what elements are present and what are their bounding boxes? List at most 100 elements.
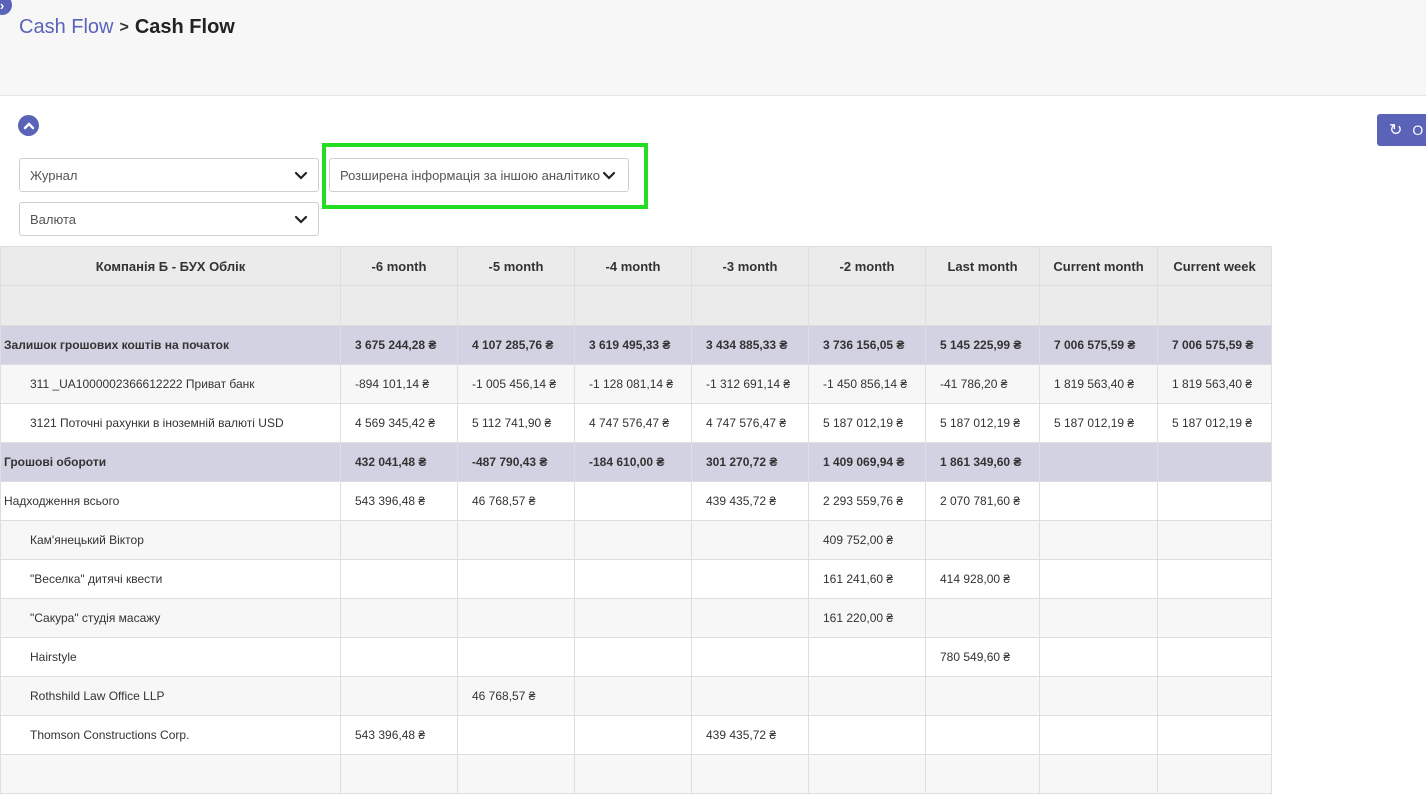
value-cell	[457, 715, 575, 755]
value-cell	[1039, 520, 1158, 560]
table-row[interactable]: "Веселка" дитячі квести 161 241,60 ₴ 414 9…	[0, 559, 1272, 599]
value-cell	[691, 598, 809, 638]
value-cell: 543 396,48 ₴	[340, 481, 458, 521]
value-cell	[691, 754, 809, 794]
value-cell	[457, 754, 575, 794]
value-cell: 3 619 495,33 ₴	[574, 325, 692, 365]
value-cell: 1 819 563,40 ₴	[1157, 364, 1272, 404]
value-cell	[574, 598, 692, 638]
value-cell	[808, 754, 926, 794]
value-cell: 3 736 156,05 ₴	[808, 325, 926, 365]
value-cell	[1039, 442, 1158, 482]
value-cell	[1039, 754, 1158, 794]
table-row[interactable]: Кам'янецький Віктор 409 752,00 ₴	[0, 520, 1272, 560]
table-row[interactable]: 311 _UA1000002366612222 Приват банк -894 …	[0, 364, 1272, 404]
value-cell: 1 409 069,94 ₴	[808, 442, 926, 482]
currency-select[interactable]: Валюта	[19, 202, 319, 236]
column-header[interactable]: Last month	[925, 246, 1040, 286]
subheader-cell	[0, 285, 341, 326]
column-header[interactable]: Current month	[1039, 246, 1158, 286]
sidebar-toggle-icon[interactable]: ›	[0, 0, 12, 15]
value-cell: 5 145 225,99 ₴	[925, 325, 1040, 365]
row-label: 311 _UA1000002366612222 Приват банк	[0, 364, 341, 404]
value-cell	[1039, 559, 1158, 599]
row-label: Грошові обороти	[0, 442, 341, 482]
value-cell: 4 107 285,76 ₴	[457, 325, 575, 365]
value-cell	[691, 520, 809, 560]
value-cell: 414 928,00 ₴	[925, 559, 1040, 599]
table-row[interactable]: Thomson Constructions Corp. 543 396,48 ₴ 4…	[0, 715, 1272, 755]
page-title: Cash Flow	[134, 16, 235, 38]
value-cell: 4 747 576,47 ₴	[574, 403, 692, 443]
collapse-filters-button[interactable]	[18, 115, 39, 136]
row-label: "Сакура" студія масажу	[0, 598, 341, 638]
value-cell: 3 675 244,28 ₴	[340, 325, 458, 365]
value-cell: 4 747 576,47 ₴	[691, 403, 809, 443]
focus-highlight-frame	[322, 143, 648, 209]
cash-flow-table: Компанія Б - БУХ Облік -6 month -5 month…	[0, 246, 1272, 794]
value-cell	[925, 520, 1040, 560]
value-cell: 46 768,57 ₴	[457, 481, 575, 521]
value-cell	[691, 637, 809, 677]
value-cell: 5 112 741,90 ₴	[457, 403, 575, 443]
value-cell	[808, 676, 926, 716]
row-label: Залишок грошових коштів на початок	[0, 325, 341, 365]
breadcrumb-separator-icon: >	[119, 18, 129, 36]
column-header[interactable]: -5 month	[457, 246, 575, 286]
value-cell	[1157, 754, 1272, 794]
column-header[interactable]: -2 month	[808, 246, 926, 286]
currency-select-value: Валюта	[30, 211, 76, 227]
value-cell	[1039, 676, 1158, 716]
value-cell: 543 396,48 ₴	[340, 715, 458, 755]
journal-select[interactable]: Журнал	[19, 158, 319, 192]
column-header[interactable]: -4 month	[574, 246, 692, 286]
table-row[interactable]: 3121 Поточні рахунки в іноземній валюті …	[0, 403, 1272, 443]
table-group-row[interactable]: Грошові обороти 432 041,48 ₴ -487 790,43 ₴…	[0, 442, 1272, 482]
value-cell: 46 768,57 ₴	[457, 676, 575, 716]
value-cell	[457, 637, 575, 677]
table-header-row: Компанія Б - БУХ Облік -6 month -5 month…	[0, 246, 1272, 286]
value-cell: -1 128 081,14 ₴	[574, 364, 692, 404]
value-cell	[574, 559, 692, 599]
row-label: Hairstyle	[0, 637, 341, 677]
value-cell: 3 434 885,33 ₴	[691, 325, 809, 365]
value-cell	[457, 559, 575, 599]
value-cell	[691, 559, 809, 599]
value-cell	[925, 676, 1040, 716]
refresh-icon: ↻	[1389, 122, 1403, 139]
table-row[interactable]: Надходження всього 543 396,48 ₴ 46 768,57 …	[0, 481, 1272, 521]
table-row[interactable]: Rothshild Law Office LLP 46 768,57 ₴	[0, 676, 1272, 716]
table-row[interactable]: "Сакура" студія масажу 161 220,00 ₴	[0, 598, 1272, 638]
value-cell	[1157, 442, 1272, 482]
column-header[interactable]: Current week	[1157, 246, 1272, 286]
refresh-button[interactable]: ↻ O	[1377, 114, 1426, 146]
value-cell	[1157, 559, 1272, 599]
value-cell	[808, 637, 926, 677]
value-cell: 301 270,72 ₴	[691, 442, 809, 482]
value-cell	[340, 559, 458, 599]
chevron-down-icon	[294, 171, 308, 180]
column-header[interactable]: -6 month	[340, 246, 458, 286]
value-cell	[574, 715, 692, 755]
chevron-up-icon	[23, 121, 34, 129]
table-group-row[interactable]: Залишок грошових коштів на початок 3 675 …	[0, 325, 1272, 365]
row-label: Надходження всього	[0, 481, 341, 521]
subheader-cell	[925, 285, 1040, 326]
value-cell: -41 786,20 ₴	[925, 364, 1040, 404]
value-cell	[340, 598, 458, 638]
column-header[interactable]: -3 month	[691, 246, 809, 286]
value-cell	[340, 676, 458, 716]
row-label: 3121 Поточні рахунки в іноземній валюті …	[0, 403, 341, 443]
value-cell: -184 610,00 ₴	[574, 442, 692, 482]
value-cell	[1157, 520, 1272, 560]
value-cell	[340, 754, 458, 794]
value-cell: 780 549,60 ₴	[925, 637, 1040, 677]
value-cell	[574, 481, 692, 521]
value-cell	[457, 520, 575, 560]
table-row[interactable]: Hairstyle 780 549,60 ₴	[0, 637, 1272, 677]
breadcrumb-parent-link[interactable]: Cash Flow	[19, 16, 113, 39]
value-cell: 439 435,72 ₴	[691, 715, 809, 755]
value-cell: 5 187 012,19 ₴	[1039, 403, 1158, 443]
value-cell: 7 006 575,59 ₴	[1039, 325, 1158, 365]
table-row[interactable]	[0, 754, 1272, 794]
